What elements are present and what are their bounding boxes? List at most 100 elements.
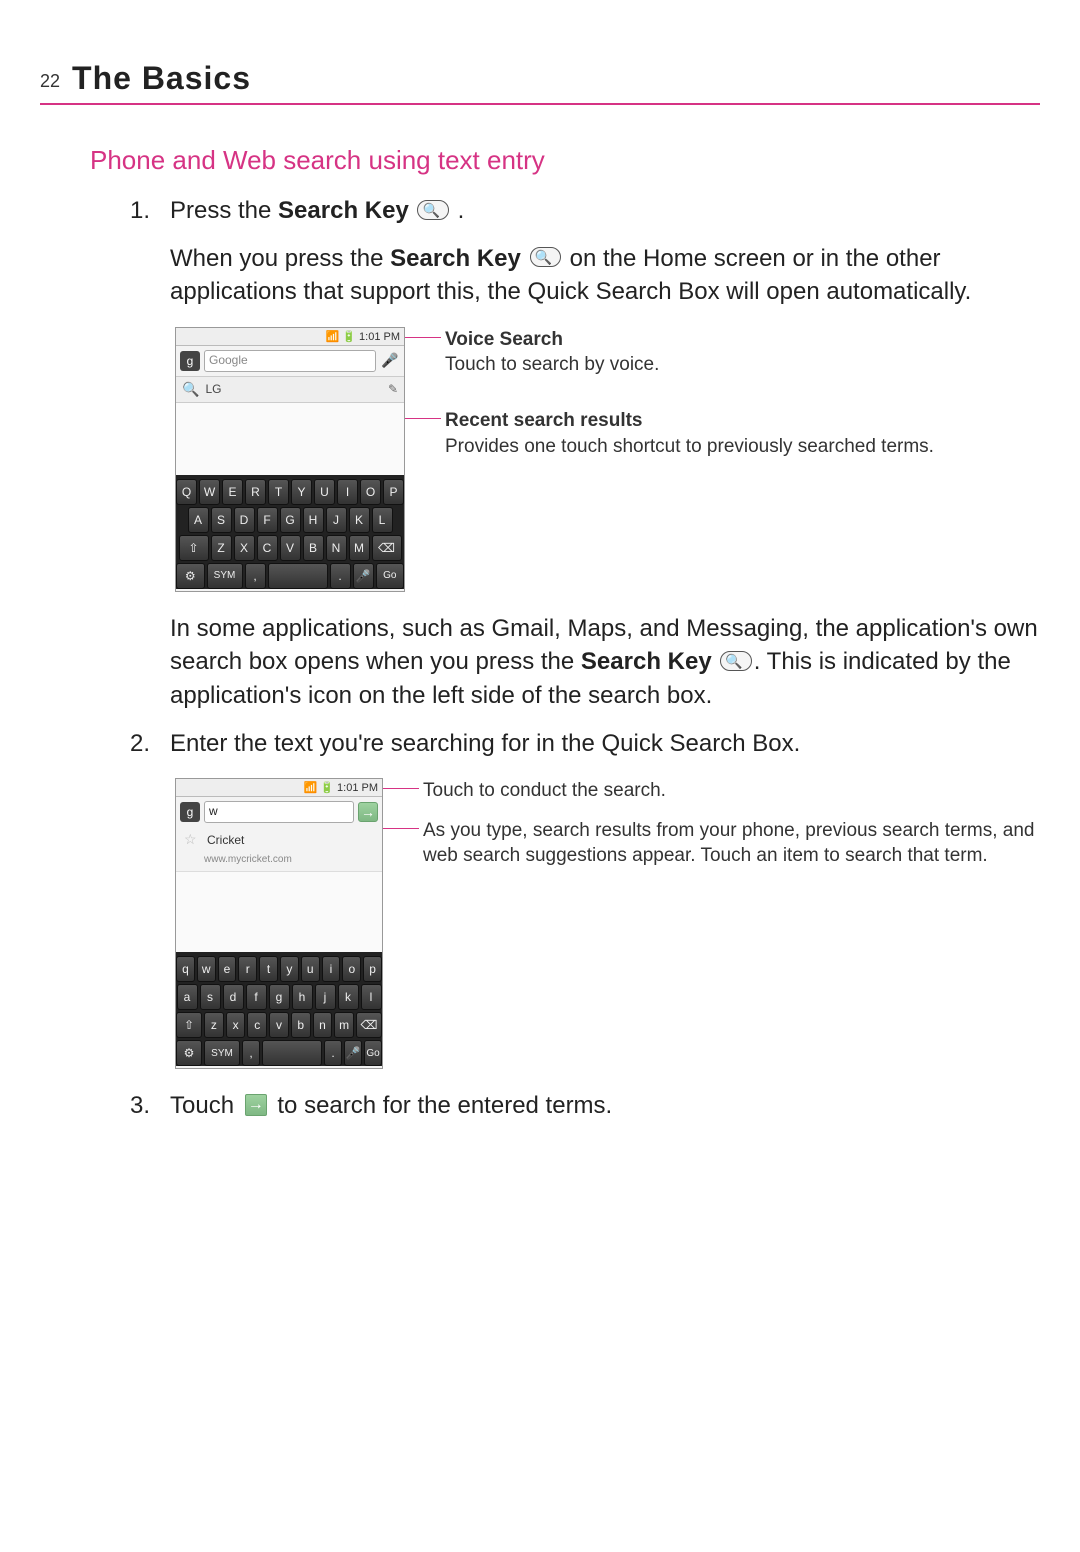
key-period[interactable]: . bbox=[324, 1040, 342, 1066]
key-z[interactable]: z bbox=[204, 1012, 224, 1038]
key-space[interactable] bbox=[268, 563, 328, 589]
mic-icon[interactable]: 🎤 bbox=[380, 351, 400, 371]
key-v[interactable]: v bbox=[269, 1012, 289, 1038]
key-mic[interactable]: 🎤 bbox=[353, 563, 374, 589]
key-o[interactable]: o bbox=[342, 956, 361, 982]
key-Y[interactable]: Y bbox=[291, 479, 312, 505]
key-C[interactable]: C bbox=[257, 535, 278, 561]
key-V[interactable]: V bbox=[280, 535, 301, 561]
key-e[interactable]: e bbox=[218, 956, 237, 982]
key-c[interactable]: c bbox=[247, 1012, 267, 1038]
key-L[interactable]: L bbox=[372, 507, 393, 533]
paragraph-1: When you press the Search Key 🔍 on the H… bbox=[170, 242, 1040, 309]
key-sym[interactable]: SYM bbox=[204, 1040, 240, 1066]
key-a[interactable]: a bbox=[177, 984, 198, 1010]
key-P[interactable]: P bbox=[383, 479, 404, 505]
key-D[interactable]: D bbox=[234, 507, 255, 533]
key-Z[interactable]: Z bbox=[211, 535, 232, 561]
key-⇧[interactable]: ⇧ bbox=[176, 1012, 202, 1038]
key-l[interactable]: l bbox=[361, 984, 382, 1010]
key-space[interactable] bbox=[262, 1040, 322, 1066]
key-S[interactable]: S bbox=[211, 507, 232, 533]
key-X[interactable]: X bbox=[234, 535, 255, 561]
google-badge-icon[interactable]: g bbox=[180, 802, 200, 822]
key-q[interactable]: q bbox=[176, 956, 195, 982]
key-i[interactable]: i bbox=[322, 956, 341, 982]
result-sub: www.mycricket.com bbox=[204, 854, 292, 865]
google-badge-icon[interactable]: g bbox=[180, 351, 200, 371]
step-2: 2. Enter the text you're searching for i… bbox=[130, 727, 1040, 761]
search-input[interactable]: Google bbox=[204, 350, 376, 372]
callout-body: Touch to search by voice. bbox=[445, 354, 659, 375]
search-input[interactable]: w bbox=[204, 801, 354, 823]
status-bar: 📶 🔋 1:01 PM bbox=[176, 779, 382, 797]
recent-text: LG bbox=[205, 382, 382, 396]
key-j[interactable]: j bbox=[315, 984, 336, 1010]
status-time: 1:01 PM bbox=[337, 782, 378, 794]
key-H[interactable]: H bbox=[303, 507, 324, 533]
key-⌫[interactable]: ⌫ bbox=[356, 1012, 382, 1038]
callout-body: Touch to conduct the search. bbox=[423, 780, 666, 801]
key-M[interactable]: M bbox=[349, 535, 370, 561]
key-go[interactable]: Go bbox=[364, 1040, 382, 1066]
key-w[interactable]: w bbox=[197, 956, 216, 982]
page-header: 22 The Basics bbox=[40, 60, 1040, 105]
key-settings[interactable]: ⚙ bbox=[176, 563, 205, 589]
key-u[interactable]: u bbox=[301, 956, 320, 982]
edit-icon[interactable]: ✎ bbox=[388, 382, 398, 396]
key-⌫[interactable]: ⌫ bbox=[372, 535, 402, 561]
step-number: 3. bbox=[130, 1089, 170, 1123]
recent-row[interactable]: 🔍 LG ✎ bbox=[176, 376, 404, 403]
key-O[interactable]: O bbox=[360, 479, 381, 505]
key-Q[interactable]: Q bbox=[176, 479, 197, 505]
go-arrow-icon: → bbox=[245, 1094, 267, 1116]
key-R[interactable]: R bbox=[245, 479, 266, 505]
keyboard[interactable]: qwertyuiop asdfghjkl ⇧zxcvbnm⌫ ⚙ SYM , .… bbox=[176, 952, 382, 1066]
key-B[interactable]: B bbox=[303, 535, 324, 561]
key-period[interactable]: . bbox=[330, 563, 351, 589]
key-y[interactable]: y bbox=[280, 956, 299, 982]
key-J[interactable]: J bbox=[326, 507, 347, 533]
key-T[interactable]: T bbox=[268, 479, 289, 505]
key-go[interactable]: Go bbox=[376, 563, 405, 589]
key-N[interactable]: N bbox=[326, 535, 347, 561]
key-x[interactable]: x bbox=[226, 1012, 246, 1038]
go-arrow-icon[interactable]: → bbox=[358, 802, 378, 822]
key-f[interactable]: f bbox=[246, 984, 267, 1010]
figure-1: 📶 🔋 1:01 PM g Google 🎤 🔍 LG ✎ QWERTYUIOP… bbox=[175, 327, 1040, 592]
figure-2: 📶 🔋 1:01 PM g w → ☆ Cricket www.mycricke… bbox=[175, 778, 1040, 1069]
key-I[interactable]: I bbox=[337, 479, 358, 505]
key-r[interactable]: r bbox=[238, 956, 257, 982]
key-n[interactable]: n bbox=[313, 1012, 333, 1038]
key-sym[interactable]: SYM bbox=[207, 563, 243, 589]
key-F[interactable]: F bbox=[257, 507, 278, 533]
key-g[interactable]: g bbox=[269, 984, 290, 1010]
callout-voice-search: Voice Search Touch to search by voice. bbox=[445, 327, 934, 378]
figure-1-callouts: Voice Search Touch to search by voice. R… bbox=[445, 327, 934, 482]
key-K[interactable]: K bbox=[349, 507, 370, 533]
callout-body: Provides one touch shortcut to previousl… bbox=[445, 436, 934, 457]
phone-screenshot-2: 📶 🔋 1:01 PM g w → ☆ Cricket www.mycricke… bbox=[175, 778, 383, 1069]
key-h[interactable]: h bbox=[292, 984, 313, 1010]
key-W[interactable]: W bbox=[199, 479, 220, 505]
key-s[interactable]: s bbox=[200, 984, 221, 1010]
key-comma[interactable]: , bbox=[245, 563, 266, 589]
key-⇧[interactable]: ⇧ bbox=[179, 535, 209, 561]
key-U[interactable]: U bbox=[314, 479, 335, 505]
key-E[interactable]: E bbox=[222, 479, 243, 505]
key-p[interactable]: p bbox=[363, 956, 382, 982]
blank-area bbox=[176, 872, 382, 952]
key-m[interactable]: m bbox=[334, 1012, 354, 1038]
key-mic[interactable]: 🎤 bbox=[344, 1040, 362, 1066]
keyboard[interactable]: QWERTYUIOP ASDFGHJKL ⇧ZXCVBNM⌫ ⚙ SYM , .… bbox=[176, 475, 404, 589]
search-result-item[interactable]: ☆ Cricket www.mycricket.com bbox=[176, 827, 382, 872]
key-settings[interactable]: ⚙ bbox=[176, 1040, 202, 1066]
key-d[interactable]: d bbox=[223, 984, 244, 1010]
key-b[interactable]: b bbox=[291, 1012, 311, 1038]
step-number: 2. bbox=[130, 727, 170, 761]
key-A[interactable]: A bbox=[188, 507, 209, 533]
key-comma[interactable]: , bbox=[242, 1040, 260, 1066]
key-G[interactable]: G bbox=[280, 507, 301, 533]
key-t[interactable]: t bbox=[259, 956, 278, 982]
key-k[interactable]: k bbox=[338, 984, 359, 1010]
